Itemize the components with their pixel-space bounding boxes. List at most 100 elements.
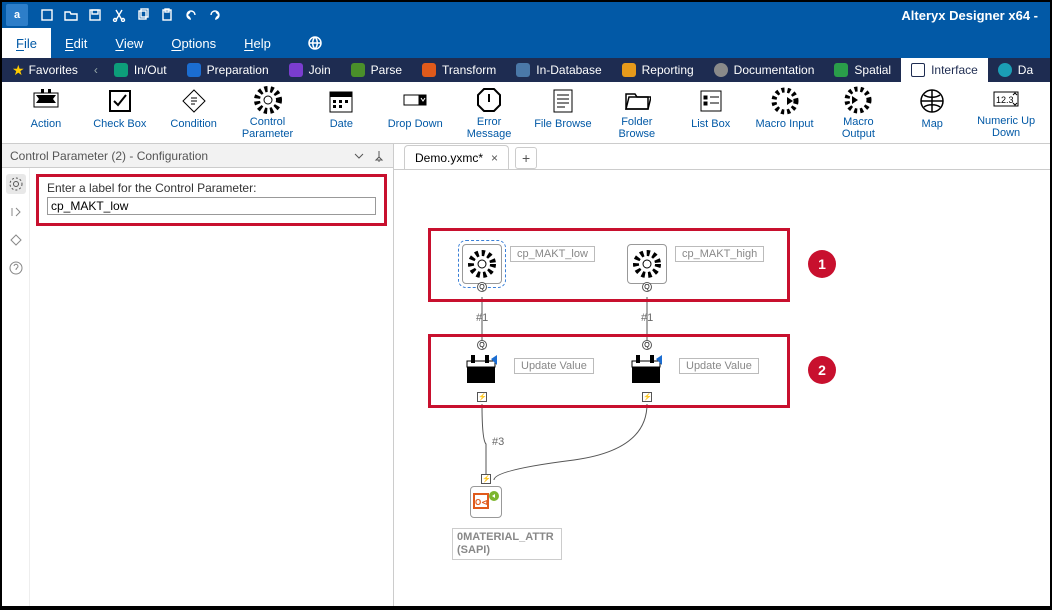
conn-label-2: #1 <box>641 312 653 324</box>
node-update-value-2[interactable]: Q ⚡ Update Value <box>627 350 667 390</box>
star-icon: ★ <box>12 62 25 79</box>
anchor-q: Q <box>642 282 652 292</box>
pin-icon[interactable] <box>373 150 385 162</box>
config-form: Enter a label for the Control Parameter: <box>30 168 393 606</box>
tool-action[interactable]: Action <box>10 86 82 139</box>
node-update-value-1[interactable]: Q ⚡ Update Value <box>462 350 502 390</box>
anchor-q-top: Q <box>642 340 652 350</box>
config-tab-annotate-icon[interactable] <box>6 230 26 250</box>
menu-globe-icon[interactable] <box>293 28 337 58</box>
config-tab-nav-icon[interactable] <box>6 202 26 222</box>
tool-checkbox[interactable]: Check Box <box>84 86 156 139</box>
tool-date[interactable]: Date <box>305 86 377 139</box>
open-icon[interactable] <box>64 8 78 22</box>
paste-icon[interactable] <box>160 8 174 22</box>
tool-control-parameter[interactable]: Control Parameter <box>232 86 304 139</box>
tool-file-browse[interactable]: File Browse <box>527 86 599 139</box>
quick-access-toolbar[interactable] <box>40 8 222 22</box>
tool-map[interactable]: Map <box>896 86 968 139</box>
control-parameter-label-input[interactable] <box>47 197 376 215</box>
cat-join[interactable]: Join <box>279 58 341 82</box>
tool-condition[interactable]: Condition <box>158 86 230 139</box>
app-window: a Alteryx Designer x64 - File Edit View … <box>2 2 1050 606</box>
menu-help[interactable]: Help <box>230 28 285 58</box>
config-highlight-box: Enter a label for the Control Parameter: <box>36 174 387 226</box>
anchor-bolt-top: ⚡ <box>481 474 491 484</box>
node-label: cp_MAKT_low <box>510 246 595 262</box>
tool-error-message[interactable]: Error Message <box>453 86 525 139</box>
callout-1: 1 <box>808 250 836 278</box>
workspace: Control Parameter (2) - Configuration En… <box>2 144 1050 606</box>
document-tab-label: Demo.yxmc* <box>415 151 483 165</box>
chevron-down-icon[interactable] <box>353 150 365 162</box>
config-tab-gear-icon[interactable] <box>6 174 26 194</box>
tool-dropdown[interactable]: Drop Down <box>379 86 451 139</box>
config-tab-help-icon[interactable] <box>6 258 26 278</box>
svg-text:O⊲: O⊲ <box>475 498 488 507</box>
node-label: Update Value <box>679 358 759 374</box>
sap-icon: O⊲ <box>470 486 502 518</box>
document-tab-strip: Demo.yxmc* × + <box>394 144 1050 170</box>
cat-preparation[interactable]: Preparation <box>177 58 279 82</box>
menu-view[interactable]: View <box>101 28 157 58</box>
favorites-tab[interactable]: ★Favorites <box>2 62 88 79</box>
cat-documentation[interactable]: Documentation <box>704 58 825 82</box>
tool-macro-output[interactable]: Macro Output <box>822 86 894 139</box>
menu-bar: File Edit View Options Help <box>2 28 1050 58</box>
titlebar: a Alteryx Designer x64 - <box>2 2 1050 28</box>
node-label-bottom: 0MATERIAL_ATTR (SAPI) <box>452 528 562 560</box>
cat-parse[interactable]: Parse <box>341 58 412 82</box>
config-side-tabs <box>2 168 30 606</box>
callout-2: 2 <box>808 356 836 384</box>
config-panel-header: Control Parameter (2) - Configuration <box>2 144 393 168</box>
save-icon[interactable] <box>88 8 102 22</box>
tool-macro-input[interactable]: Macro Input <box>749 86 821 139</box>
node-cp-makt-high[interactable]: Q cp_MAKT_high <box>627 244 667 284</box>
workflow-canvas[interactable]: 1 2 Q cp_MAKT_low #1 Q <box>394 170 1050 606</box>
redo-icon[interactable] <box>208 8 222 22</box>
document-tab[interactable]: Demo.yxmc* × <box>404 145 509 169</box>
action-icon <box>462 350 502 390</box>
node-material-attr[interactable]: ⚡ O⊲ <box>470 486 502 518</box>
config-field-label: Enter a label for the Control Parameter: <box>47 181 376 195</box>
tool-list-box[interactable]: List Box <box>675 86 747 139</box>
cat-indatabase[interactable]: In-Database <box>506 58 611 82</box>
node-label: cp_MAKT_high <box>675 246 764 262</box>
action-icon <box>627 350 667 390</box>
anchor-q-top: Q <box>477 340 487 350</box>
window-title: Alteryx Designer x64 - <box>901 8 1038 23</box>
anchor-q: Q <box>477 282 487 292</box>
svg-text:12.3: 12.3 <box>996 95 1014 105</box>
copy-icon[interactable] <box>136 8 150 22</box>
scroll-left-icon[interactable]: ‹ <box>88 63 104 77</box>
configuration-panel: Control Parameter (2) - Configuration En… <box>2 144 394 606</box>
app-logo-icon: a <box>6 4 28 26</box>
cat-inout[interactable]: In/Out <box>104 58 177 82</box>
menu-edit[interactable]: Edit <box>51 28 101 58</box>
anchor-bolt: ⚡ <box>642 392 652 402</box>
tool-folder-browse[interactable]: Folder Browse <box>601 86 673 139</box>
conn-label-1: #1 <box>476 312 488 324</box>
add-tab-button[interactable]: + <box>515 147 537 169</box>
gear-icon <box>627 244 667 284</box>
cat-interface[interactable]: Interface <box>901 58 988 82</box>
anchor-bolt: ⚡ <box>477 392 487 402</box>
tool-numeric-updown[interactable]: 12.3Numeric Up Down <box>970 86 1042 139</box>
node-cp-makt-low[interactable]: Q cp_MAKT_low <box>462 244 502 284</box>
config-panel-title: Control Parameter (2) - Configuration <box>10 149 208 163</box>
tool-category-bar: ★Favorites ‹ In/Out Preparation Join Par… <box>2 58 1050 82</box>
canvas-area: Demo.yxmc* × + 1 2 <box>394 144 1050 606</box>
new-icon[interactable] <box>40 8 54 22</box>
cat-transform[interactable]: Transform <box>412 58 506 82</box>
undo-icon[interactable] <box>184 8 198 22</box>
conn-label-3: #3 <box>492 436 504 448</box>
close-tab-icon[interactable]: × <box>491 151 498 165</box>
gear-icon <box>462 244 502 284</box>
cat-more[interactable]: Da <box>988 58 1043 82</box>
cat-reporting[interactable]: Reporting <box>612 58 704 82</box>
cut-icon[interactable] <box>112 8 126 22</box>
cat-spatial[interactable]: Spatial <box>824 58 901 82</box>
node-label: Update Value <box>514 358 594 374</box>
menu-file[interactable]: File <box>2 28 51 58</box>
menu-options[interactable]: Options <box>157 28 230 58</box>
